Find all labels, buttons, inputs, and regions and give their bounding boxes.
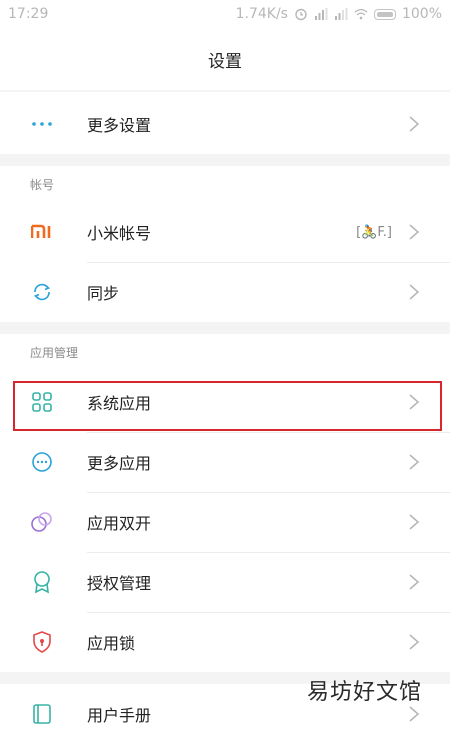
section-title-app-management: 应用管理 [30, 346, 79, 360]
mi-account-row[interactable]: 小米帐号 [🚴F.] [0, 202, 450, 262]
chevron-right-icon [409, 284, 420, 300]
section-gap [0, 322, 450, 334]
permissions-label: 授权管理 [87, 574, 152, 593]
network-speed: 1.74K/s [235, 6, 288, 22]
sync-label: 同步 [87, 284, 120, 303]
chevron-right-icon [409, 116, 420, 132]
app-lock-row[interactable]: 应用锁 [0, 612, 450, 672]
chevron-right-icon [409, 454, 420, 470]
sync-icon [30, 280, 54, 304]
status-time: 17:29 [8, 6, 49, 22]
sync-row[interactable]: 同步 [0, 262, 450, 322]
watermark-text: 易坊好文馆 [306, 680, 422, 705]
wifi-icon [354, 8, 368, 20]
status-right: 1.74K/s 100% [236, 6, 442, 22]
alarm-icon [295, 8, 307, 21]
chevron-right-icon [409, 634, 420, 650]
mi-logo-icon [30, 220, 54, 244]
dual-circles-icon [30, 510, 54, 534]
more-settings-label: 更多设置 [87, 116, 152, 135]
chevron-right-icon [409, 514, 420, 530]
page-title-bar: 设置 [0, 28, 450, 90]
app-lock-label: 应用锁 [87, 634, 136, 653]
more-apps-row[interactable]: 更多应用 [0, 432, 450, 492]
section-title-account: 帐号 [30, 178, 55, 192]
signal-icon [314, 8, 328, 20]
signal-icon-2 [334, 8, 348, 20]
shield-lock-icon [30, 630, 54, 654]
chevron-right-icon [409, 706, 420, 722]
battery-percent: 100% [401, 6, 442, 22]
more-circle-icon [30, 450, 54, 474]
ribbon-icon [30, 570, 54, 594]
mi-account-label: 小米帐号 [87, 224, 152, 243]
permissions-row[interactable]: 授权管理 [0, 552, 450, 612]
page-title: 设置 [208, 51, 242, 72]
book-icon [30, 702, 54, 726]
dual-apps-row[interactable]: 应用双开 [0, 492, 450, 552]
status-bar: 17:29 1.74K/s 100% [0, 0, 450, 28]
dots-icon [30, 112, 54, 136]
chevron-right-icon [409, 224, 420, 240]
battery-icon [373, 8, 396, 20]
more-settings-row[interactable]: 更多设置 [0, 94, 450, 154]
section-gap [0, 154, 450, 166]
user-manual-label: 用户手册 [87, 706, 152, 725]
chevron-right-icon [409, 574, 420, 590]
more-apps-label: 更多应用 [87, 454, 152, 473]
mi-account-value: [🚴F.] [356, 224, 392, 240]
highlight-box [13, 381, 442, 431]
dual-apps-label: 应用双开 [87, 514, 152, 533]
top-divider [0, 90, 450, 92]
